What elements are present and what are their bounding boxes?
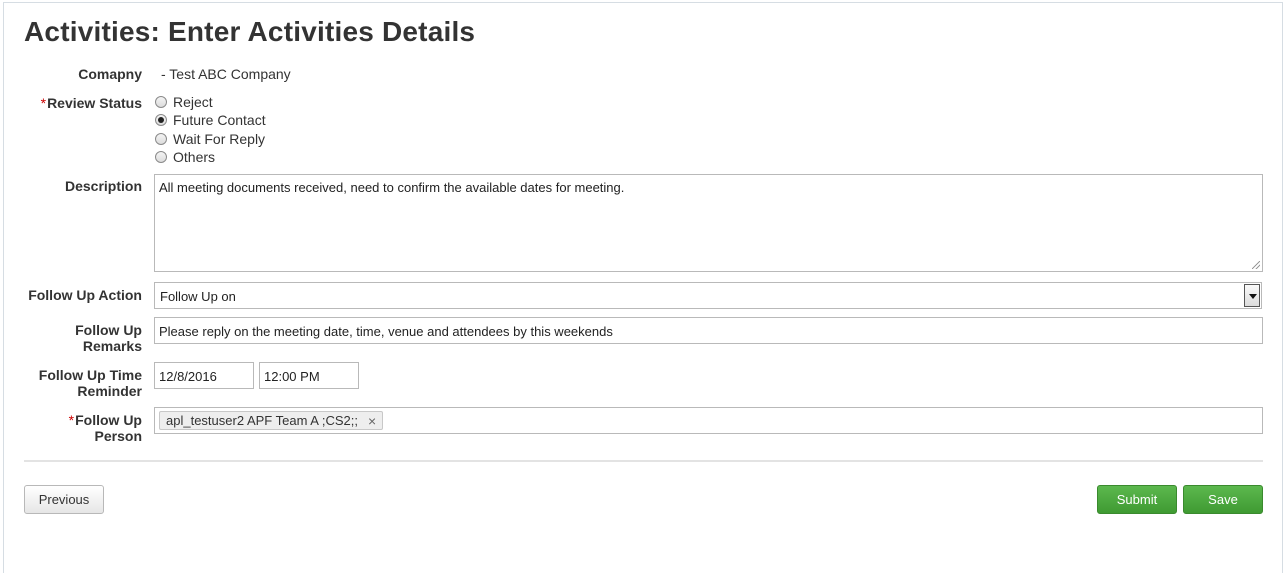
reminder-time-input[interactable]: 12:00 PM <box>259 362 359 389</box>
reminder-date-input[interactable]: 12/8/2016 <box>154 362 254 389</box>
company-value: - Test ABC Company <box>161 66 291 82</box>
follow-up-remarks-label: Follow Up Remarks <box>75 322 142 354</box>
radio-option-reject[interactable]: Reject <box>155 93 213 111</box>
radio-label: Others <box>173 149 216 165</box>
description-label: Description <box>64 178 142 194</box>
save-button[interactable]: Save <box>1183 485 1263 514</box>
radio-option-future-contact[interactable]: Future Contact <box>155 111 266 129</box>
review-status-label: *Review Status <box>40 95 142 111</box>
radio-button[interactable] <box>155 96 167 108</box>
follow-up-person-tag-input[interactable]: apl_testuser2 APF Team A ;CS2;; × <box>154 407 1263 434</box>
remove-tag-icon[interactable]: × <box>368 413 376 429</box>
description-text: All meeting documents received, need to … <box>159 180 625 195</box>
required-marker: * <box>40 95 47 111</box>
resize-grip-icon[interactable] <box>1252 261 1260 269</box>
follow-up-action-label: Follow Up Action <box>28 287 142 303</box>
radio-option-wait-for-reply[interactable]: Wait For Reply <box>155 130 265 148</box>
previous-button[interactable]: Previous <box>24 485 104 514</box>
follow-up-action-select[interactable]: Follow Up on <box>154 282 1262 309</box>
divider <box>24 460 1263 462</box>
radio-option-others[interactable]: Others <box>155 148 215 166</box>
radio-button-selected[interactable] <box>155 114 167 126</box>
follow-up-person-label: *Follow Up Person <box>68 412 142 444</box>
page-title: Activities: Enter Activities Details <box>24 16 476 47</box>
radio-label: Future Contact <box>173 112 266 128</box>
radio-label: Reject <box>173 94 213 110</box>
required-marker: * <box>68 412 75 428</box>
company-label: Comapny <box>78 66 142 82</box>
follow-up-time-reminder-label: Follow Up Time Reminder <box>38 367 142 399</box>
radio-button[interactable] <box>155 133 167 145</box>
person-tag: apl_testuser2 APF Team A ;CS2;; × <box>159 411 384 430</box>
submit-button[interactable]: Submit <box>1097 485 1177 514</box>
follow-up-remarks-input[interactable]: Please reply on the meeting date, time, … <box>154 317 1263 344</box>
radio-button[interactable] <box>155 151 167 163</box>
radio-label: Wait For Reply <box>173 131 266 147</box>
select-value: Follow Up on <box>160 289 236 304</box>
description-textarea[interactable]: All meeting documents received, need to … <box>154 174 1263 272</box>
chevron-down-icon[interactable] <box>1244 284 1260 307</box>
